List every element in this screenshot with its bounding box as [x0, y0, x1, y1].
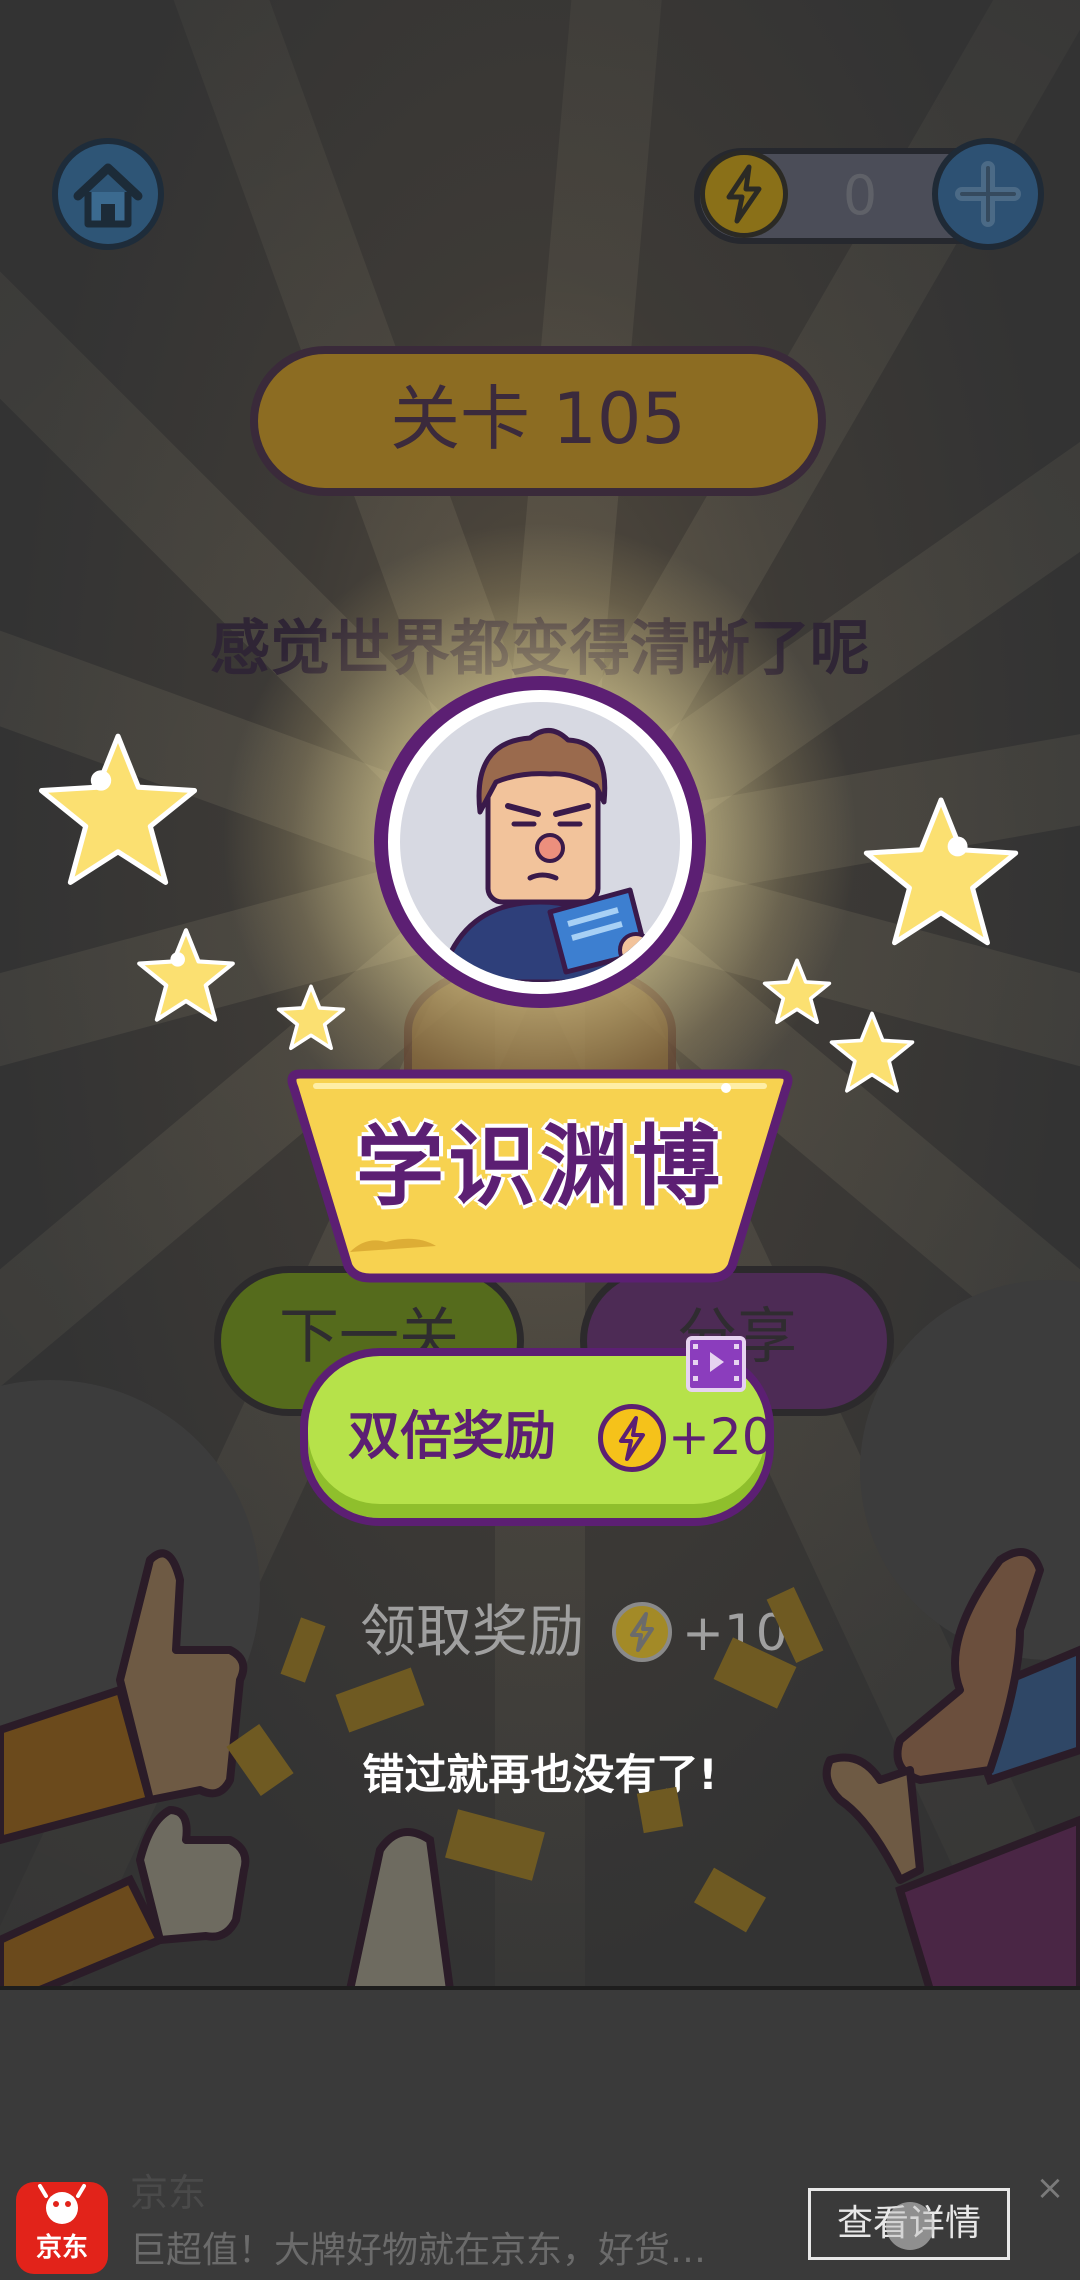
close-icon[interactable]: ×: [1030, 2168, 1070, 2208]
thumbs-up-illustration: [0, 1548, 1080, 1990]
energy-count: 0: [842, 164, 878, 227]
blank-area: [0, 1990, 1080, 2180]
video-icon: [686, 1336, 746, 1392]
level-title: 关卡 105: [250, 346, 826, 496]
star-icon: [863, 797, 1019, 946]
star-icon: [276, 984, 346, 1051]
scholar-reading-avatar: [400, 702, 680, 982]
ad-title: 京东: [130, 2171, 207, 2215]
plus-icon: [955, 161, 1021, 227]
lightning-icon: [598, 1404, 666, 1472]
star-icon: [38, 733, 198, 885]
double-reward-label: 双倍奖励: [348, 1407, 557, 1467]
home-icon: [73, 163, 143, 228]
lightning-icon: [726, 164, 762, 224]
star-icon: [829, 1011, 915, 1093]
ad-logo-text: 京东: [35, 2233, 88, 2263]
home-button[interactable]: [52, 138, 164, 250]
star-icon: [137, 928, 235, 1022]
energy-icon-badge: [700, 150, 788, 238]
double-reward-amount: +20: [668, 1408, 774, 1466]
add-energy-button[interactable]: [932, 138, 1044, 250]
touch-indicator: [886, 2202, 934, 2250]
badge-title: 学识渊博: [355, 1115, 724, 1218]
ad-description: 巨超值！大牌好物就在京东，好货…: [130, 2230, 707, 2271]
star-icon: [762, 958, 832, 1025]
